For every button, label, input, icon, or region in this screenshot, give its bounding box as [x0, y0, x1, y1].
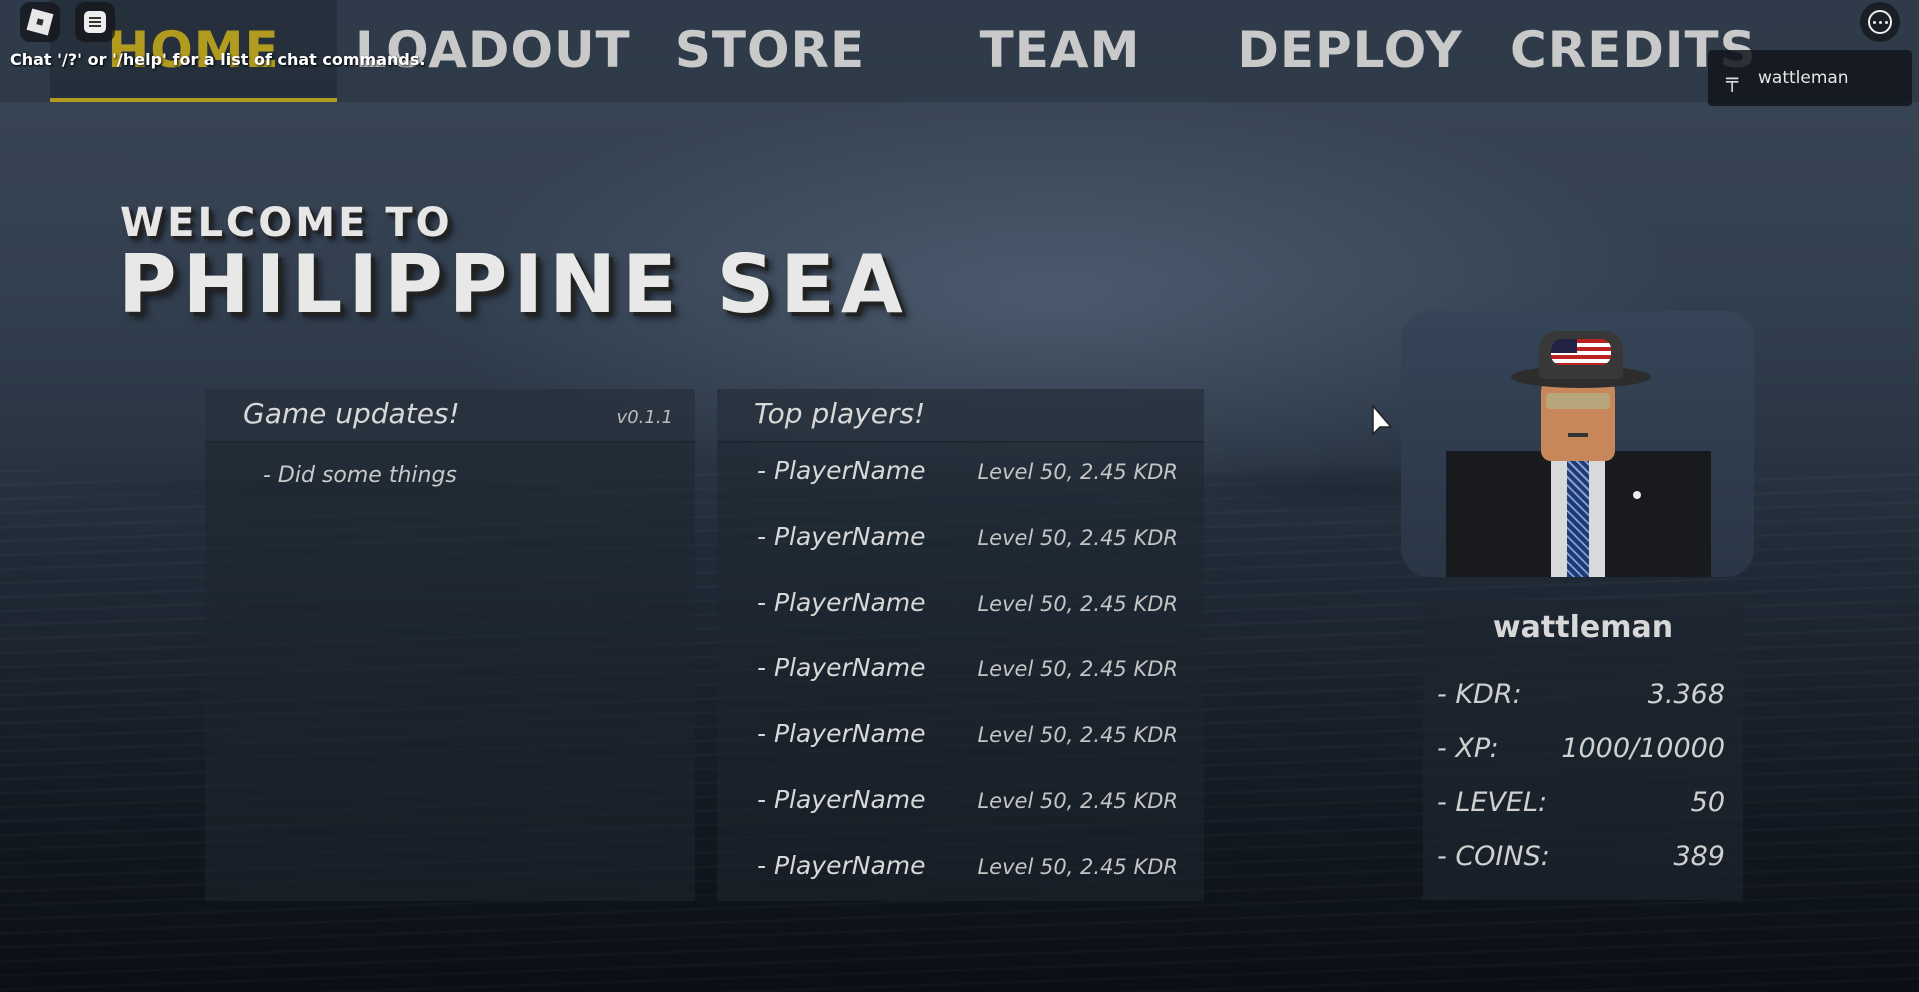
- stat-coins: - COINS: 389: [1437, 841, 1725, 881]
- stat-xp: - XP: 1000/10000: [1437, 733, 1725, 773]
- roblox-menu-button[interactable]: [20, 2, 60, 42]
- chat-icon: [84, 11, 106, 33]
- top-player-row: - PlayerName Level 50, 2.45 KDR: [717, 653, 1204, 693]
- top-player-row: - PlayerName Level 50, 2.45 KDR: [717, 456, 1204, 496]
- stat-value: 1000/10000: [1561, 733, 1725, 764]
- player-list[interactable]: ╤ wattleman: [1708, 50, 1912, 106]
- more-menu-button[interactable]: [1860, 2, 1900, 42]
- version-label: v0.1.1: [616, 407, 673, 428]
- top-player-row: - PlayerName Level 50, 2.45 KDR: [717, 785, 1204, 825]
- top-player-name: - PlayerName: [757, 456, 926, 485]
- top-player-stat: Level 50, 2.45 KDR: [977, 855, 1178, 879]
- top-player-row: - PlayerName Level 50, 2.45 KDR: [717, 588, 1204, 628]
- tab-team[interactable]: TEAM: [955, 0, 1165, 100]
- mouse-cursor-icon: [1372, 404, 1393, 436]
- update-item: - Did some things: [263, 463, 457, 488]
- more-menu-icon: [1868, 10, 1892, 34]
- chat-hint: Chat '/?' or '/help' for a list of chat …: [10, 50, 426, 69]
- top-player-stat: Level 50, 2.45 KDR: [977, 657, 1178, 681]
- top-player-stat: Level 50, 2.45 KDR: [977, 789, 1178, 813]
- stat-value: 3.368: [1647, 679, 1725, 710]
- top-player-row: - PlayerName Level 50, 2.45 KDR: [717, 522, 1204, 562]
- top-player-name: - PlayerName: [757, 719, 926, 748]
- top-player-stat: Level 50, 2.45 KDR: [977, 592, 1178, 616]
- roblox-logo-icon: [26, 8, 54, 36]
- stat-label: - LEVEL:: [1437, 787, 1548, 818]
- player-stats-panel: wattleman - KDR: 3.368 - XP: 1000/10000 …: [1423, 600, 1743, 900]
- tab-deploy[interactable]: DEPLOY: [1235, 0, 1465, 100]
- game-updates-title: Game updates!: [243, 397, 460, 430]
- top-player-stat: Level 50, 2.45 KDR: [977, 460, 1178, 484]
- stat-value: 389: [1673, 841, 1725, 872]
- game-updates-panel: Game updates! v0.1.1 - Did some things: [205, 389, 695, 901]
- active-tab-underline: [50, 98, 337, 102]
- stat-label: - COINS:: [1437, 841, 1550, 872]
- top-player-name: - PlayerName: [757, 653, 926, 682]
- stat-level: - LEVEL: 50: [1437, 787, 1725, 827]
- tab-store[interactable]: STORE: [660, 0, 880, 100]
- top-player-name: - PlayerName: [757, 588, 926, 617]
- stat-label: - KDR:: [1437, 679, 1522, 710]
- chat-toggle-button[interactable]: [75, 2, 115, 42]
- top-player-row: - PlayerName Level 50, 2.45 KDR: [717, 719, 1204, 759]
- avatar: [1401, 311, 1754, 577]
- player-icon: ╤: [1726, 68, 1739, 92]
- top-player-stat: Level 50, 2.45 KDR: [977, 526, 1178, 550]
- profile-username: wattleman: [1492, 610, 1674, 645]
- stat-label: - XP:: [1437, 733, 1499, 764]
- stat-kdr: - KDR: 3.368: [1437, 679, 1725, 719]
- top-players-title: Top players!: [754, 397, 926, 430]
- stat-value: 50: [1690, 787, 1725, 818]
- game-title: PHILIPPINE SEA: [118, 238, 909, 331]
- top-player-name: - PlayerName: [757, 785, 926, 814]
- player-list-name: wattleman: [1758, 68, 1849, 88]
- top-player-stat: Level 50, 2.45 KDR: [977, 723, 1178, 747]
- top-player-row: - PlayerName Level 50, 2.45 KDR: [717, 851, 1204, 891]
- top-players-panel: Top players! - PlayerName Level 50, 2.45…: [717, 389, 1204, 901]
- top-player-name: - PlayerName: [757, 522, 926, 551]
- top-player-name: - PlayerName: [757, 851, 926, 880]
